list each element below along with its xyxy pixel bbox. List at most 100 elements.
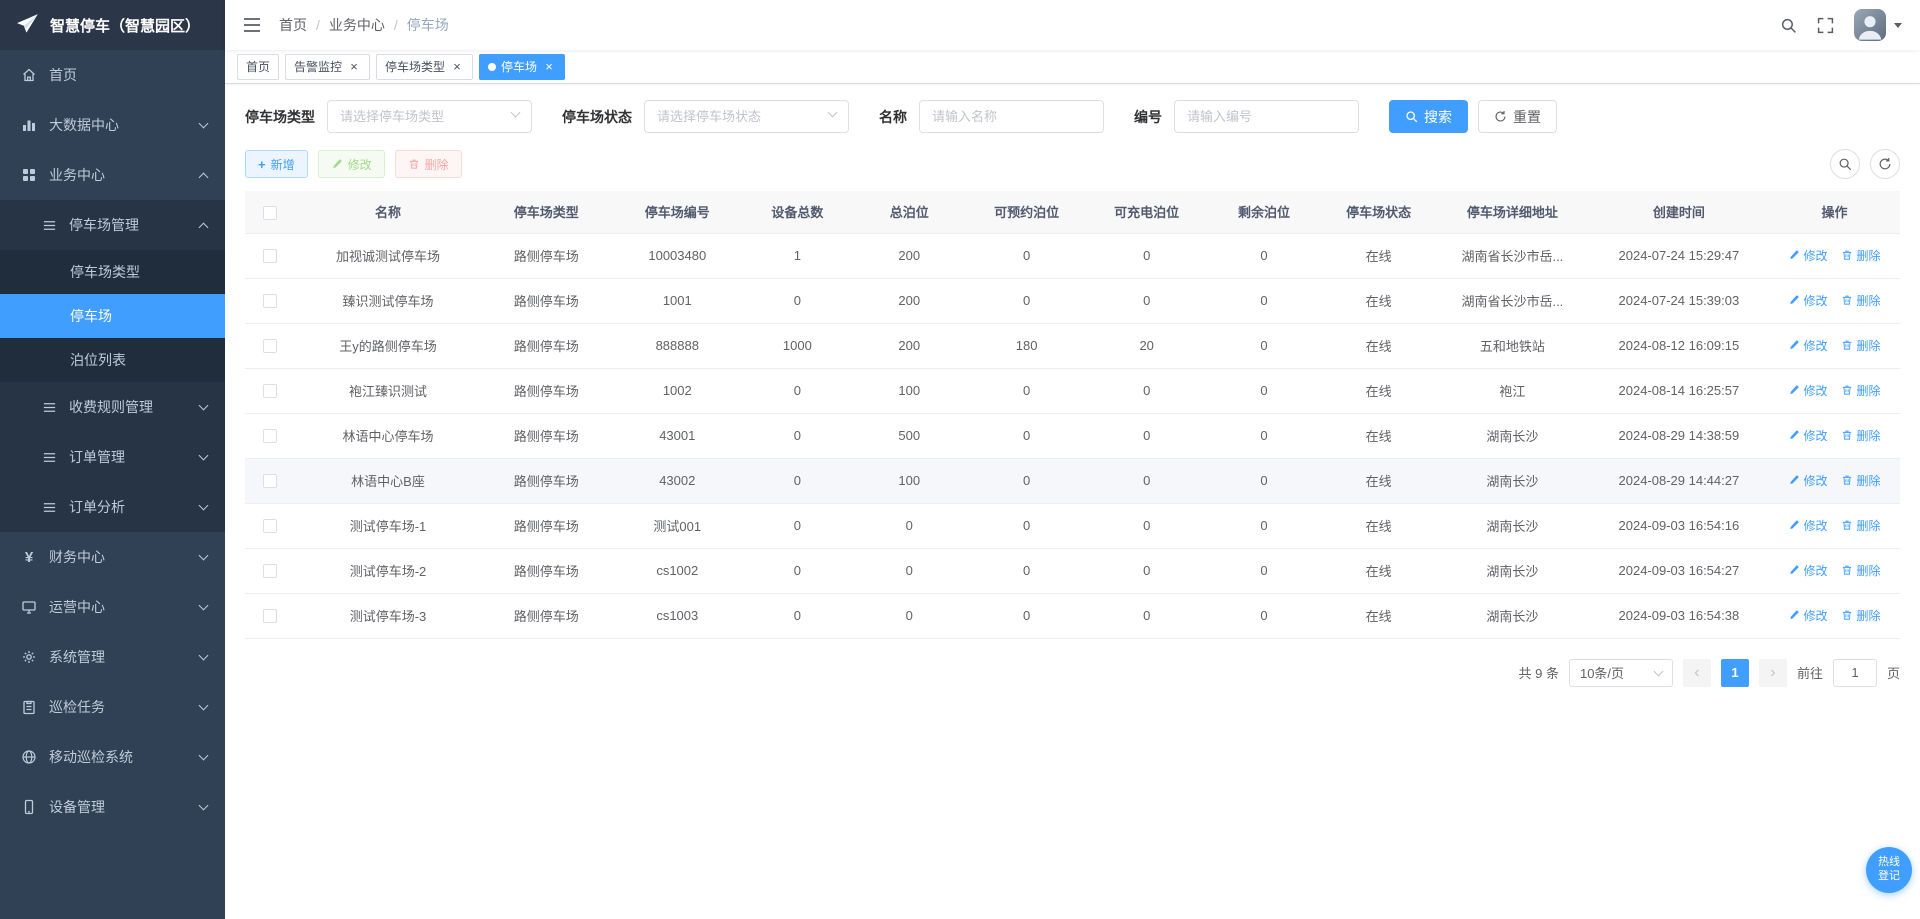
tag-parking-lot[interactable]: 停车场 × xyxy=(479,53,566,80)
row-delete-button[interactable]: 删除 xyxy=(1841,292,1880,309)
row-checkbox-cell xyxy=(245,278,296,324)
table-cell: 0 xyxy=(742,503,852,549)
row-checkbox[interactable] xyxy=(263,249,278,264)
parking-type-select-input[interactable] xyxy=(327,100,532,133)
hamburger-icon[interactable] xyxy=(243,18,261,32)
main-area: 首页 / 业务中心 / 停车场 首页 告警监控 × 停车场类型 × 停车场 × … xyxy=(225,0,1920,919)
fullscreen-icon[interactable] xyxy=(1817,17,1834,34)
row-edit-button[interactable]: 修改 xyxy=(1788,292,1827,309)
trash-icon xyxy=(1843,565,1852,575)
select-all-checkbox[interactable] xyxy=(263,205,278,220)
sidebar-item-order-mgmt[interactable]: 订单管理 xyxy=(0,432,225,482)
breadcrumb-home[interactable]: 首页 xyxy=(279,15,307,35)
row-edit-button[interactable]: 修改 xyxy=(1788,247,1827,264)
sidebar-item-system[interactable]: 系统管理 xyxy=(0,632,225,682)
row-checkbox[interactable] xyxy=(263,339,278,354)
sidebar-item-finance[interactable]: ¥ 财务中心 xyxy=(0,532,225,582)
row-edit-button[interactable]: 修改 xyxy=(1788,427,1827,444)
row-delete-button[interactable]: 删除 xyxy=(1841,562,1880,579)
sidebar-item-berth-list[interactable]: 泊位列表 xyxy=(0,338,225,382)
row-actions: 修改 删除 xyxy=(1768,278,1900,324)
table-cell: 林语中心B座 xyxy=(295,458,481,504)
table-cell: 200 xyxy=(851,323,967,369)
close-icon[interactable]: × xyxy=(347,60,361,74)
row-delete-button[interactable]: 删除 xyxy=(1841,607,1880,624)
tag-home[interactable]: 首页 xyxy=(237,53,280,80)
row-checkbox[interactable] xyxy=(263,609,278,624)
search-icon[interactable] xyxy=(1780,17,1797,34)
sidebar-item-device[interactable]: 设备管理 xyxy=(0,782,225,832)
sidebar-item-parking-mgmt[interactable]: 停车场管理 xyxy=(0,200,225,250)
search-icon xyxy=(1839,158,1852,171)
row-delete-button[interactable]: 删除 xyxy=(1841,517,1880,534)
close-icon[interactable]: × xyxy=(542,60,556,74)
parking-type-select[interactable] xyxy=(327,100,532,133)
toggle-search-button[interactable] xyxy=(1830,149,1860,179)
table-cell: 袍江臻识测试 xyxy=(295,368,481,414)
sidebar-item-business[interactable]: 业务中心 xyxy=(0,150,225,200)
search-form: 停车场类型 停车场状态 名称 xyxy=(245,100,1900,133)
delete-button[interactable]: 删除 xyxy=(394,150,462,178)
prev-page-button[interactable]: ‹ xyxy=(1682,658,1711,687)
row-edit-button[interactable]: 修改 xyxy=(1788,472,1827,489)
tags-view: 首页 告警监控 × 停车场类型 × 停车场 × xyxy=(225,50,1920,84)
sidebar-item-label: 收费规则管理 xyxy=(69,399,153,415)
row-edit-button[interactable]: 修改 xyxy=(1788,517,1827,534)
caret-down-icon xyxy=(1894,23,1902,32)
row-checkbox[interactable] xyxy=(263,384,278,399)
row-delete-button[interactable]: 删除 xyxy=(1841,472,1880,489)
table-cell: 湖南长沙 xyxy=(1435,548,1589,594)
table-row: 测试停车场-1 路侧停车场 测试001 0 0 0 0 0 在线 湖南长沙 2024-09-03 1… xyxy=(245,503,1900,549)
table-cell: 湖南长沙 xyxy=(1435,458,1589,504)
row-checkbox[interactable] xyxy=(263,294,278,309)
page-number-1[interactable]: 1 xyxy=(1720,658,1749,687)
breadcrumb-business-center[interactable]: 业务中心 xyxy=(329,15,385,35)
next-page-button[interactable]: › xyxy=(1758,658,1787,687)
search-button[interactable]: 搜索 xyxy=(1389,100,1468,133)
table-cell: 2024-09-03 16:54:38 xyxy=(1588,593,1769,639)
sidebar-item-bigdata[interactable]: 大数据中心 xyxy=(0,100,225,150)
row-delete-button[interactable]: 删除 xyxy=(1841,337,1880,354)
page-content: 停车场类型 停车场状态 名称 xyxy=(225,84,1920,919)
sidebar-item-inspection[interactable]: 巡检任务 xyxy=(0,682,225,732)
page-size-select[interactable]: 10条/页 xyxy=(1568,658,1673,687)
row-delete-button[interactable]: 删除 xyxy=(1841,247,1880,264)
refresh-table-button[interactable] xyxy=(1870,149,1900,179)
user-menu[interactable] xyxy=(1854,9,1902,41)
table-cell: 路侧停车场 xyxy=(480,413,612,459)
column-header: 可预约泊位 xyxy=(966,191,1087,234)
hotline-float-button[interactable]: 热线 登记 xyxy=(1866,847,1912,893)
tag-alarm-monitor[interactable]: 告警监控 × xyxy=(285,53,371,80)
sidebar-item-order-analysis[interactable]: 订单分析 xyxy=(0,482,225,532)
sidebar-item-mobile-inspection[interactable]: 移动巡检系统 xyxy=(0,732,225,782)
parking-status-select-input[interactable] xyxy=(644,100,849,133)
row-delete-button[interactable]: 删除 xyxy=(1841,382,1880,399)
goto-page-input[interactable] xyxy=(1832,658,1877,687)
row-edit-button[interactable]: 修改 xyxy=(1788,382,1827,399)
name-input[interactable] xyxy=(919,100,1104,133)
add-button[interactable]: + 新增 xyxy=(245,150,308,178)
sidebar-item-parking-type[interactable]: 停车场类型 xyxy=(0,250,225,294)
code-input[interactable] xyxy=(1174,100,1359,133)
row-checkbox[interactable] xyxy=(263,519,278,534)
row-checkbox[interactable] xyxy=(263,474,278,489)
sidebar-item-operations[interactable]: 运营中心 xyxy=(0,582,225,632)
row-checkbox[interactable] xyxy=(263,564,278,579)
parking-status-select[interactable] xyxy=(644,100,849,133)
row-edit-button[interactable]: 修改 xyxy=(1788,607,1827,624)
sidebar-item-charge-rules[interactable]: 收费规则管理 xyxy=(0,382,225,432)
sidebar-item-home[interactable]: 首页 xyxy=(0,50,225,100)
table-cell: cs1003 xyxy=(611,593,743,639)
list-icon xyxy=(40,216,58,234)
row-delete-button[interactable]: 删除 xyxy=(1841,427,1880,444)
row-edit-button[interactable]: 修改 xyxy=(1788,337,1827,354)
table-cell: 0 xyxy=(966,548,1087,594)
row-edit-button[interactable]: 修改 xyxy=(1788,562,1827,579)
table-cell: 路侧停车场 xyxy=(480,503,612,549)
row-checkbox[interactable] xyxy=(263,429,278,444)
close-icon[interactable]: × xyxy=(450,60,464,74)
edit-button[interactable]: 修改 xyxy=(317,150,385,178)
sidebar-item-parking-lot[interactable]: 停车场 xyxy=(0,294,225,338)
reset-button[interactable]: 重置 xyxy=(1478,100,1557,133)
tag-parking-type[interactable]: 停车场类型 × xyxy=(376,53,474,80)
